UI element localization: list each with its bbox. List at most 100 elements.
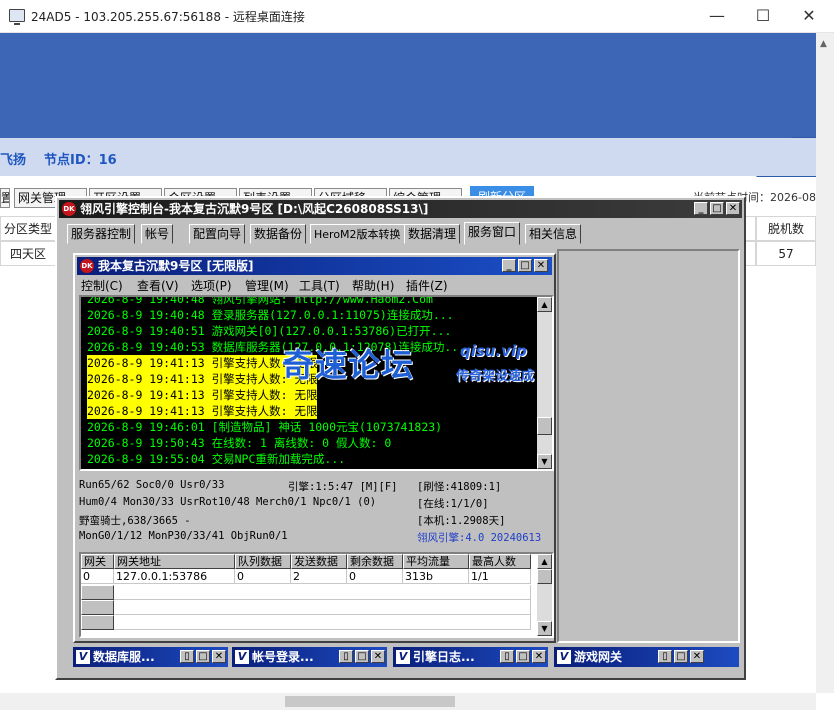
remote-desktop-icon [9,9,25,25]
watermark-title: 奇速论坛 [282,346,415,384]
engine-title: 翎风引擎控制台-我本复古沉默9号区 [D:\风起C260808SS13\] [80,202,429,216]
v-app-icon: V [235,650,249,664]
grid-header-queue: 队列数据 [235,554,291,569]
menu-options[interactable]: 选项(P) [191,277,232,294]
grid-cell-remaining: 0 [347,569,403,584]
m2-title-bar: DK 我本复古沉默9号区 [无限版] _ □ ✕ [77,257,552,275]
tab-data-cleanup[interactable]: 数据清理 [404,224,461,244]
rdp-horizontal-scrollbar[interactable] [0,693,816,710]
log-line-highlighted: 2026-8-9 19:41:13 引擎支持人数: 无限 [87,403,318,419]
restore-button[interactable]: ▯ [500,650,514,663]
web-tab-0[interactable]: 置 [0,188,10,208]
maximize-button[interactable]: □ [674,650,688,663]
close-button[interactable]: ✕ [786,0,832,32]
log-scroll-up-icon[interactable]: ▲ [537,297,552,312]
minimized-engine-log[interactable]: V 引擎日志... ▯ □ ✕ [393,647,548,667]
log-scroll-thumb[interactable] [537,417,552,435]
m2-app-icon: DK [80,259,94,273]
banner-info-strip: 飞扬 节点ID：16 [0,138,816,176]
horizontal-scroll-thumb[interactable] [285,696,455,707]
close-button[interactable]: ✕ [532,650,546,663]
engine-minimize-button[interactable]: _ [694,202,708,215]
maximize-button[interactable]: □ [516,650,530,663]
log-scroll-down-icon[interactable]: ▼ [537,454,552,469]
minimized-log-label: 引擎日志... [413,650,475,664]
rdp-title-bar: 24AD5 - 103.205.255.67:56188 - 远程桌面连接 — … [0,0,834,33]
close-button[interactable]: ✕ [690,650,704,663]
banner-user-label: 飞扬 [0,153,27,168]
grid-scroll-up-icon[interactable]: ▲ [537,554,552,569]
engine-close-button[interactable]: ✕ [726,202,740,215]
engine-app-icon: DK [62,202,76,216]
stat-monster-refresh: [刷怪:41809:1] [417,481,502,493]
stat-hum: Hum0/4 Mon30/33 UsrRot10/48 Merch0/1 Npc… [79,496,377,508]
maximize-button[interactable]: □ [355,650,369,663]
watermark-subtitle: 传奇架设速成 [456,369,535,384]
log-line: 2026-8-9 19:55:04 交易NPC重新加载完成... [87,452,346,466]
table-header-offline: 脱机数 [756,216,816,241]
scroll-up-icon[interactable]: ▲ [820,39,827,49]
tab-herom2-convert[interactable]: HeroM2版本转换 [310,224,405,244]
node-id-label: 节点ID：16 [44,153,117,168]
tab-data-backup[interactable]: 数据备份 [250,224,307,244]
menu-manage[interactable]: 管理(M) [245,277,289,294]
m2-minimize-button[interactable]: _ [502,259,516,272]
grid-empty-row [114,585,531,600]
minimized-db-label: 数据库服... [93,650,155,664]
log-line: 2026-8-9 19:40:48 登录服务器(127.0.0.1:11075)… [87,308,454,322]
log-line: 2026-8-9 19:46:01 [制造物品] 神话 1000元宝(10737… [87,420,443,434]
close-button[interactable]: ✕ [212,650,226,663]
menu-help[interactable]: 帮助(H) [352,277,394,294]
log-line: 2026-8-9 19:55:04 管理员手动加载完成... [87,467,336,469]
m2-close-button[interactable]: ✕ [534,259,548,272]
grid-scrollbar[interactable]: ▲ ▼ [537,554,552,636]
v-app-icon: V [396,650,410,664]
grid-header-avg-traffic: 平均流量 [403,554,469,569]
grid-scroll-down-icon[interactable]: ▼ [537,621,552,636]
grid-cell-avg-traffic: 313b [403,569,469,584]
stat-local: [本机:1.2908天] [417,515,506,527]
menu-control[interactable]: 控制(C) [81,277,123,294]
minimize-button[interactable]: — [694,0,740,32]
stat-run: Run65/62 Soc0/0 Usr0/33 [79,479,225,491]
minimized-game-gateway[interactable]: V 游戏网关 ▯ □ ✕ [554,647,739,667]
log-line-highlighted: 2026-8-9 19:41:13 引擎支持人数: 无限 [87,387,318,403]
minimized-login-server[interactable]: V 帐号登录... ▯ □ ✕ [232,647,387,667]
tab-service-window[interactable]: 服务窗口 [464,222,521,245]
maximize-button[interactable]: ☐ [740,0,786,32]
tab-related-info[interactable]: 相关信息 [525,224,582,244]
menu-view[interactable]: 查看(V) [137,277,179,294]
log-line: 2026-8-9 19:40:51 游戏网关[0](127.0.0.1:5378… [87,324,452,338]
log-line: 2026-8-9 19:50:43 在线数: 1 离线数: 0 假人数: 0 [87,436,392,450]
restore-button[interactable]: ▯ [180,650,194,663]
grid-header-sent: 发送数据 [291,554,347,569]
minimized-gateway-label: 游戏网关 [574,650,623,664]
menu-tools[interactable]: 工具(T) [299,277,340,294]
grid-empty-row [114,600,531,615]
grid-header-gateway: 网关 [81,554,114,569]
close-button[interactable]: ✕ [371,650,385,663]
maximize-button[interactable]: □ [196,650,210,663]
m2-title: 我本复古沉默9号区 [无限版] [98,259,254,273]
tab-account[interactable]: 帐号 [141,224,174,244]
grid-row-head [81,615,114,630]
menu-plugins[interactable]: 插件(Z) [406,277,448,294]
grid-row-head [81,600,114,615]
grid-empty-row [114,615,531,630]
m2-maximize-button[interactable]: □ [518,259,532,272]
v-app-icon: V [557,650,571,664]
minimized-db-server[interactable]: V 数据库服... ▯ □ ✕ [73,647,228,667]
grid-scroll-thumb[interactable] [537,569,552,584]
grid-header-remaining: 剩余数据 [347,554,403,569]
restore-button[interactable]: ▯ [339,650,353,663]
forum-watermark: 奇速论坛 qisu.vip 传奇架设速成 [282,340,562,388]
table-cell-zone-type: 四天区 [0,241,56,266]
restore-button[interactable]: ▯ [658,650,672,663]
tab-server-control[interactable]: 服务器控制 [67,224,136,244]
engine-maximize-button[interactable]: □ [710,202,724,215]
tab-config-wizard[interactable]: 配置向导 [189,224,246,244]
grid-header-max-users: 最高人数 [469,554,531,569]
table-cell-offline: 57 [756,241,816,266]
rdp-vertical-scrollbar[interactable]: ▲ [816,33,834,693]
stat-engine-version: 翎风引擎:4.0 20240613 [417,532,542,544]
